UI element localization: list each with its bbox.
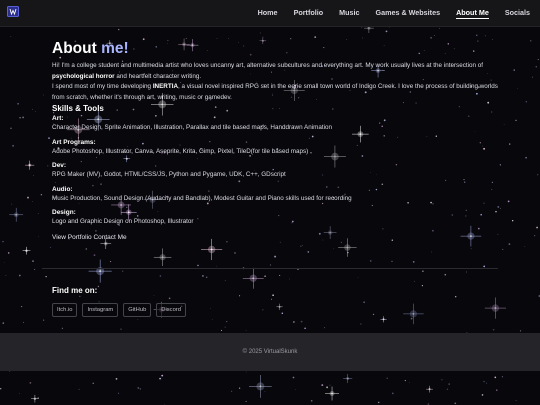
itchio-button[interactable]: Itch.io <box>52 303 78 317</box>
title-prefix: About <box>52 40 97 57</box>
skill-value: Logo and Graphic Design on Photoshop, Il… <box>52 218 194 225</box>
skill-name: Audio: <box>52 185 73 193</box>
intro-1a: Hi! I'm a college student and multimedia… <box>52 62 483 69</box>
skill-value: Music Production, Sound Design (Audacity… <box>52 194 352 202</box>
github-button[interactable]: GitHub <box>123 303 152 317</box>
social-buttons: Itch.io Instagram GitHub Discord <box>52 303 186 317</box>
discord-button[interactable]: Discord <box>156 303 186 317</box>
skills-heading: Skills & Tools <box>52 104 104 113</box>
intro-2a: I spend most of my time developing <box>52 83 153 90</box>
nav-links: Home Portfolio Music Games & Websites Ab… <box>242 0 530 26</box>
skill-design: Design: Logo and Graphic Design on Photo… <box>52 208 502 227</box>
skill-value: Character Design, Sprite Animation, Illu… <box>52 124 333 131</box>
skill-name: Design: <box>52 209 76 216</box>
intro-paragraph-1: Hi! I'm a college student and multimedia… <box>52 61 502 82</box>
skill-name: Art Programs: <box>52 138 96 146</box>
view-portfolio-link[interactable]: View Portfolio <box>52 234 92 241</box>
title-accent: me! <box>101 40 129 57</box>
footer-copyright: © 2025 VirtualSkunk <box>242 349 298 355</box>
skill-name: Art: <box>52 115 64 122</box>
intro-2-highlight: INERTIA <box>152 83 179 90</box>
nav-about-me[interactable]: About Me <box>456 8 489 19</box>
skill-value: RPG Maker (MV), Godot, HTML/CSS/JS, Pyth… <box>52 171 286 178</box>
skill-audio: Audio: Music Production, Sound Design (A… <box>52 185 502 204</box>
nav-home[interactable]: Home <box>258 8 278 18</box>
nav-socials[interactable]: Socials <box>505 8 530 18</box>
nav-games-websites[interactable]: Games & Websites <box>375 8 440 18</box>
navbar: Home Portfolio Music Games & Websites Ab… <box>0 0 540 27</box>
skill-name: Dev: <box>52 162 67 169</box>
find-me-heading: Find me on: <box>52 286 98 295</box>
intro-paragraph-2: I spend most of my time developing INERT… <box>52 82 502 103</box>
nav-portfolio[interactable]: Portfolio <box>294 8 324 18</box>
skill-art: Art: Character Design, Sprite Animation,… <box>52 114 502 133</box>
page-title: About me! <box>52 39 502 59</box>
skill-dev: Dev: RPG Maker (MV), Godot, HTML/CSS/JS,… <box>52 161 502 180</box>
skill-art-programs: Art Programs: Adobe Photoshop, Illustrat… <box>52 138 502 157</box>
site-logo-icon[interactable] <box>7 6 19 17</box>
find-me-section: Find me on: Itch.io Instagram GitHub Dis… <box>52 286 186 317</box>
instagram-button[interactable]: Instagram <box>82 303 119 317</box>
contact-me-link[interactable]: Contact Me <box>93 234 126 241</box>
skill-value: Adobe Photoshop, Illustrator, Canva, Ase… <box>52 147 309 155</box>
footer: © 2025 VirtualSkunk <box>0 333 540 371</box>
action-links: View Portfolio Contact Me <box>52 233 502 242</box>
intro-1c: and heartfelt character writing. <box>114 72 202 80</box>
about-section: About me! Hi! I'm a college student and … <box>52 39 502 242</box>
section-divider <box>42 268 498 269</box>
intro-1-highlight: psychological horror <box>52 72 115 80</box>
nav-music[interactable]: Music <box>339 8 359 18</box>
